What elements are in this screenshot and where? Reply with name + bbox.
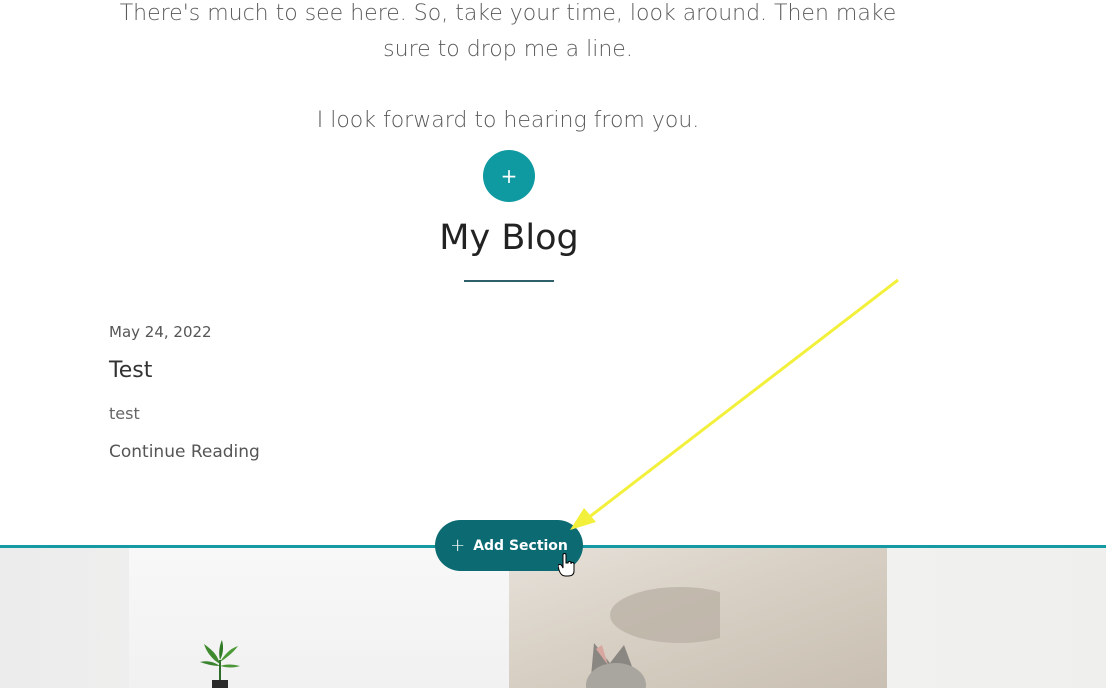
- intro-line-1: There's much to see here. So, take your …: [119, 1, 897, 26]
- cat-illustration: [586, 587, 720, 688]
- post-date: May 24, 2022: [109, 323, 212, 341]
- plus-icon: +: [500, 164, 518, 188]
- intro-line-2: sure to drop me a line.: [383, 37, 633, 62]
- hand-cursor-icon: [558, 553, 575, 577]
- post-title[interactable]: Test: [109, 358, 152, 383]
- plant-icon: [200, 640, 240, 688]
- post-excerpt: test: [109, 404, 140, 423]
- plus-icon: +: [450, 535, 466, 556]
- add-section-label: Add Section: [473, 537, 568, 554]
- blog-title: My Blog: [439, 218, 579, 258]
- continue-reading-link[interactable]: Continue Reading: [109, 442, 260, 462]
- title-underline: [464, 280, 554, 282]
- intro-line-3: I look forward to hearing from you.: [316, 108, 700, 133]
- add-element-button[interactable]: +: [483, 150, 535, 202]
